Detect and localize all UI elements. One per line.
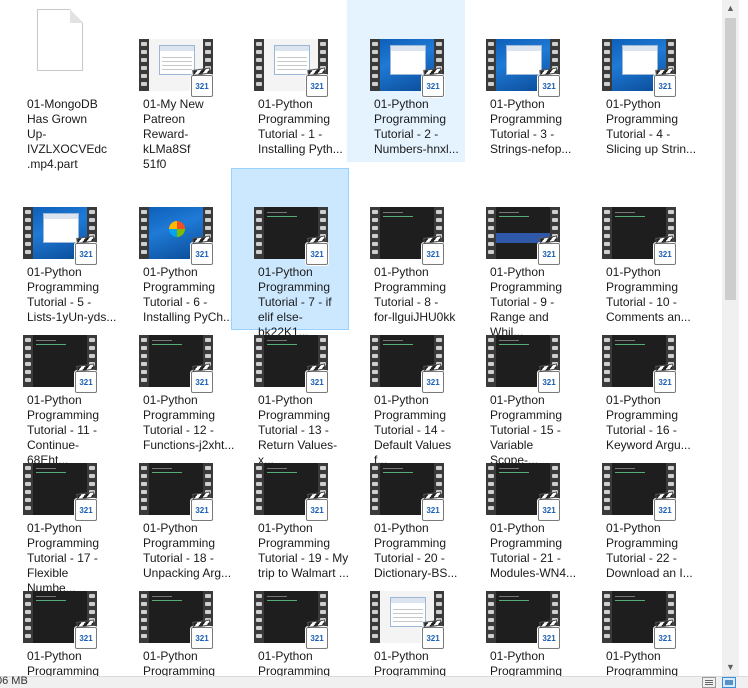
media-player-icon: 321 bbox=[191, 371, 213, 393]
film-strip-left bbox=[23, 335, 33, 387]
film-strip-left bbox=[486, 39, 496, 91]
file-name: 01-Python Programming Tutorial - 3 - Str… bbox=[490, 97, 572, 156]
media-player-icon: 321 bbox=[538, 627, 560, 649]
media-player-icon: 321 bbox=[191, 627, 213, 649]
file-item[interactable]: 321 01-Python Programming Tutorial - 3 - … bbox=[463, 0, 581, 162]
media-player-icon: 321 bbox=[306, 371, 328, 393]
file-item[interactable]: 321 01-Python Programming Tutorial - 2 - … bbox=[347, 0, 465, 162]
film-strip-left bbox=[139, 207, 149, 259]
media-player-icon: 321 bbox=[654, 243, 676, 265]
file-item[interactable]: 321 01-Python Programming Tutorial - 1 - … bbox=[231, 0, 349, 162]
file-name: 01-Python Programming Tutorial - 1 - Ins… bbox=[258, 97, 343, 156]
file-item[interactable]: 321 01-My New Patreon Reward-kLMa8Sf 51f0 bbox=[116, 0, 234, 171]
film-strip-left bbox=[602, 591, 612, 643]
scroll-up-arrow[interactable]: ▲ bbox=[722, 0, 739, 17]
file-item[interactable]: 32101-Python Programming Tutorial - 27 -… bbox=[463, 552, 581, 676]
document-fold-icon bbox=[70, 9, 83, 23]
film-strip-left bbox=[139, 335, 149, 387]
file-name: 01-Python Programming Tutorial - 4 - Sli… bbox=[606, 97, 697, 156]
media-player-icon: 321 bbox=[306, 243, 328, 265]
media-player-icon: 321 bbox=[191, 243, 213, 265]
file-name: 01-My New Patreon Reward-kLMa8Sf 51f0 bbox=[143, 97, 204, 171]
media-player-icon: 321 bbox=[538, 243, 560, 265]
film-strip-left bbox=[370, 335, 380, 387]
file-grid: 01-MongoDB Has Grown Up-IVZLXOCVEdc .mp4… bbox=[0, 0, 722, 676]
media-player-icon: 321 bbox=[75, 627, 97, 649]
media-player-icon: 321 bbox=[654, 627, 676, 649]
file-name: 01-Python Programming Tutorial - 27 - Ho… bbox=[490, 649, 563, 676]
media-player-icon: 321 bbox=[422, 75, 444, 97]
file-item[interactable]: 321 01-Python Programming Tutorial - 4 - … bbox=[579, 0, 697, 162]
film-strip-left bbox=[254, 207, 264, 259]
file-item[interactable]: 01-MongoDB Has Grown Up-IVZLXOCVEdc .mp4… bbox=[0, 0, 118, 171]
film-strip-left bbox=[602, 207, 612, 259]
film-strip-left bbox=[254, 335, 264, 387]
status-size-text: 06 MB bbox=[0, 675, 28, 687]
media-player-icon: 321 bbox=[422, 499, 444, 521]
vertical-scrollbar[interactable]: ▲ ▼ bbox=[722, 0, 739, 676]
media-player-icon: 321 bbox=[538, 371, 560, 393]
media-player-icon: 321 bbox=[538, 75, 560, 97]
media-player-icon: 321 bbox=[654, 75, 676, 97]
large-icons-view-icon[interactable] bbox=[722, 677, 736, 688]
film-strip-left bbox=[602, 335, 612, 387]
film-strip-left bbox=[254, 463, 264, 515]
film-strip-left bbox=[602, 39, 612, 91]
film-strip-left bbox=[370, 591, 380, 643]
media-player-icon: 321 bbox=[422, 243, 444, 265]
file-item[interactable]: 32101-Python Programming Tutorial - 28 -… bbox=[579, 552, 697, 676]
media-player-icon: 321 bbox=[306, 75, 328, 97]
file-item[interactable]: 32101-Python Programming Tutorial - 25 -… bbox=[231, 552, 349, 676]
film-strip-left bbox=[254, 39, 264, 91]
film-strip-left bbox=[23, 591, 33, 643]
film-strip-left bbox=[602, 463, 612, 515]
file-name: 01-Python Programming Tutorial - 24 - Do… bbox=[143, 649, 216, 676]
media-player-icon: 321 bbox=[191, 499, 213, 521]
film-strip-left bbox=[370, 463, 380, 515]
film-strip-left bbox=[370, 207, 380, 259]
file-item[interactable]: 32101-Python Programming Tutorial - 24 -… bbox=[116, 552, 234, 676]
file-name: 01-MongoDB Has Grown Up-IVZLXOCVEdc .mp4… bbox=[27, 97, 108, 171]
media-player-icon: 321 bbox=[75, 371, 97, 393]
file-item[interactable]: 32101-Python Programming Tutorial - 26 -… bbox=[347, 552, 465, 676]
scrollbar-thumb[interactable] bbox=[725, 18, 736, 300]
scroll-down-arrow[interactable]: ▼ bbox=[722, 659, 739, 676]
file-name: 01-Python Programming Tutorial - 28 - Yo… bbox=[606, 649, 679, 676]
file-name: 01-Python Programming Tutorial - 26 - Ho… bbox=[374, 649, 447, 676]
film-strip-left bbox=[139, 591, 149, 643]
media-player-icon: 321 bbox=[422, 371, 444, 393]
details-view-icon[interactable] bbox=[702, 677, 716, 688]
film-strip-left bbox=[486, 335, 496, 387]
film-strip-left bbox=[139, 463, 149, 515]
film-strip-left bbox=[254, 591, 264, 643]
file-name: 01-Python Programming Tutorial - 23 - Ho… bbox=[27, 649, 100, 676]
film-strip-left bbox=[486, 463, 496, 515]
media-player-icon: 321 bbox=[654, 371, 676, 393]
media-player-icon: 321 bbox=[75, 243, 97, 265]
file-name: 01-Python Programming Tutorial - 25 - Ho… bbox=[258, 649, 331, 676]
media-player-icon: 321 bbox=[306, 627, 328, 649]
media-player-icon: 321 bbox=[306, 499, 328, 521]
film-strip-left bbox=[486, 207, 496, 259]
film-strip-left bbox=[23, 463, 33, 515]
media-player-icon: 321 bbox=[75, 499, 97, 521]
file-name: 01-Python Programming Tutorial - 2 - Num… bbox=[374, 97, 459, 156]
media-player-icon: 321 bbox=[191, 75, 213, 97]
film-strip-left bbox=[23, 207, 33, 259]
film-strip-left bbox=[486, 591, 496, 643]
status-bar: 06 MB bbox=[0, 675, 748, 688]
film-strip-left bbox=[370, 39, 380, 91]
media-player-icon: 321 bbox=[654, 499, 676, 521]
film-strip-left bbox=[139, 39, 149, 91]
media-player-icon: 321 bbox=[422, 627, 444, 649]
file-item[interactable]: 32101-Python Programming Tutorial - 23 -… bbox=[0, 552, 118, 676]
media-player-icon: 321 bbox=[538, 499, 560, 521]
